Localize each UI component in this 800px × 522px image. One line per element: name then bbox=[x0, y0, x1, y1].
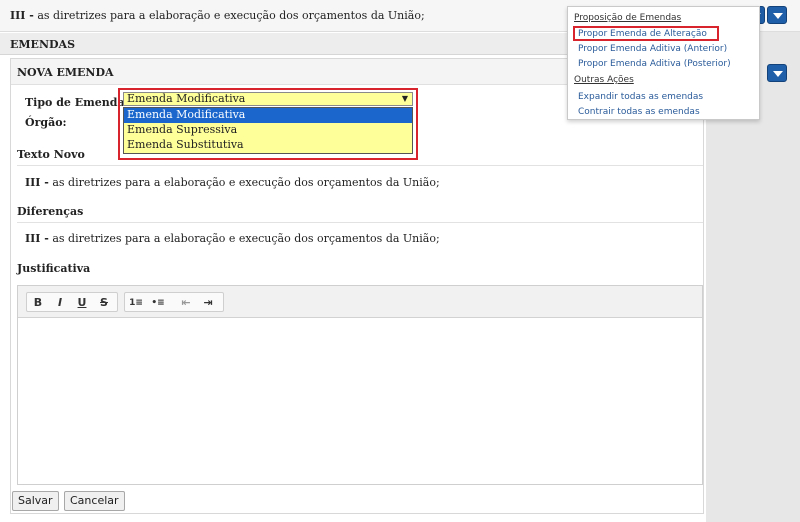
menu-section-proposicao: Proposição de Emendas bbox=[574, 13, 682, 23]
cancel-button[interactable]: Cancelar bbox=[64, 491, 125, 511]
nova-emenda-panel: NOVA EMENDA Tipo de Emenda Órgão: Emenda… bbox=[10, 58, 704, 514]
diferencas-text: III - as diretrizes para a elaboração e … bbox=[25, 232, 440, 245]
texto-novo-label: Texto Novo bbox=[17, 148, 85, 161]
panel-toggle-button[interactable] bbox=[767, 64, 787, 82]
texto-novo-body: as diretrizes para a elaboração e execuç… bbox=[52, 176, 440, 189]
menu-section-outras: Outras Ações bbox=[574, 75, 634, 85]
option-modificativa[interactable]: Emenda Modificativa bbox=[124, 108, 412, 123]
option-substitutiva[interactable]: Emenda Substitutiva bbox=[124, 138, 412, 153]
editor-toolbar: B I U S 1≡ •≡ ⇤ ⇥ bbox=[18, 286, 702, 318]
justificativa-label: Justificativa bbox=[17, 262, 91, 275]
menu-item-propor-alteracao[interactable]: Propor Emenda de Alteração bbox=[578, 29, 707, 39]
tipo-emenda-label: Tipo de Emenda bbox=[25, 96, 125, 109]
save-button[interactable]: Salvar bbox=[12, 491, 59, 511]
format-group: B I U S bbox=[26, 292, 118, 312]
bullet-list-icon[interactable]: •≡ bbox=[150, 295, 166, 311]
justificativa-textarea[interactable] bbox=[18, 318, 702, 484]
menu-toggle-button[interactable] bbox=[767, 6, 787, 24]
tipo-emenda-select[interactable]: Emenda Modificativa ▼ bbox=[123, 92, 413, 106]
diferencas-prefix: III - bbox=[25, 232, 49, 245]
strikethrough-button[interactable]: S bbox=[96, 295, 112, 311]
tipo-emenda-options: Emenda Modificativa Emenda Supressiva Em… bbox=[123, 107, 413, 154]
indent-icon[interactable]: ⇥ bbox=[200, 295, 216, 311]
diferencas-label: Diferenças bbox=[17, 205, 84, 218]
menu-item-expandir[interactable]: Expandir todas as emendas bbox=[578, 92, 703, 102]
texto-novo-prefix: III - bbox=[25, 176, 49, 189]
italic-button[interactable]: I bbox=[52, 295, 68, 311]
provision-body: as diretrizes para a elaboração e execuç… bbox=[37, 9, 425, 22]
diferencas-body: as diretrizes para a elaboração e execuç… bbox=[52, 232, 440, 245]
divider bbox=[17, 222, 703, 223]
texto-novo-text: III - as diretrizes para a elaboração e … bbox=[25, 176, 440, 189]
actions-menu: Proposição de Emendas Propor Emenda de A… bbox=[567, 6, 760, 120]
menu-item-aditiva-anterior[interactable]: Propor Emenda Aditiva (Anterior) bbox=[578, 44, 727, 54]
menu-item-aditiva-posterior[interactable]: Propor Emenda Aditiva (Posterior) bbox=[578, 59, 731, 69]
option-supressiva[interactable]: Emenda Supressiva bbox=[124, 123, 412, 138]
list-group: 1≡ •≡ ⇤ ⇥ bbox=[124, 292, 224, 312]
provision-prefix: III - bbox=[10, 9, 34, 22]
menu-item-contrair[interactable]: Contrair todas as emendas bbox=[578, 107, 700, 117]
tipo-emenda-highlight: Emenda Modificativa ▼ Emenda Modificativ… bbox=[118, 88, 418, 160]
outdent-icon[interactable]: ⇤ bbox=[178, 295, 194, 311]
select-value: Emenda Modificativa bbox=[127, 92, 246, 105]
divider bbox=[17, 165, 703, 166]
orgao-label: Órgão: bbox=[25, 116, 67, 129]
bold-button[interactable]: B bbox=[30, 295, 46, 311]
ordered-list-icon[interactable]: 1≡ bbox=[128, 295, 144, 311]
underline-button[interactable]: U bbox=[74, 295, 90, 311]
chevron-down-icon: ▼ bbox=[401, 94, 408, 103]
justificativa-editor: B I U S 1≡ •≡ ⇤ ⇥ bbox=[17, 285, 703, 485]
provision-text: III - as diretrizes para a elaboração e … bbox=[10, 9, 425, 22]
